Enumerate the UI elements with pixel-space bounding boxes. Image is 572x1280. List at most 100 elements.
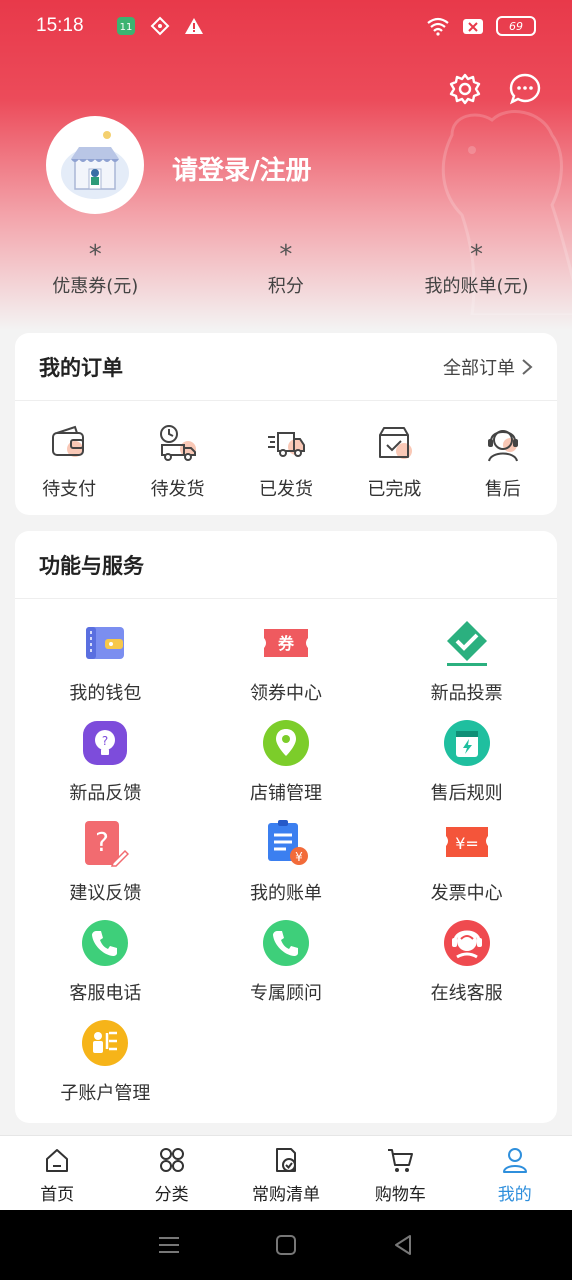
order-label: 待支付: [42, 479, 97, 500]
order-label: 售后: [484, 479, 521, 500]
service-label: 在线客服: [430, 983, 503, 1004]
service-label: 子账户管理: [60, 1083, 151, 1104]
order-label: 待发货: [150, 479, 205, 500]
invoice-badge: ¥=: [455, 834, 479, 853]
service-label: 店铺管理: [249, 783, 322, 804]
service-label: 建议反馈: [69, 883, 142, 904]
all-orders-link[interactable]: 全部订单: [443, 354, 533, 380]
service-new-product-feedback[interactable]: ? 新品反馈: [15, 719, 196, 804]
order-pending-payment[interactable]: 待支付: [15, 423, 123, 501]
coupon-badge: 券: [277, 634, 295, 653]
sim-off-icon: [463, 19, 483, 34]
service-label: 新品反馈: [69, 783, 142, 804]
wallet-icon: [86, 627, 125, 659]
tab-cart[interactable]: 购物车: [343, 1136, 457, 1210]
tab-label: 购物车: [374, 1185, 426, 1205]
services-card: 功能与服务 我的钱包 券 领券中心 新品投票 ? 新品反馈 店铺管理 售后规则 …: [15, 531, 557, 1123]
service-label: 领券中心: [249, 683, 322, 704]
wallet-icon: [52, 425, 85, 457]
service-dedicated-consultant[interactable]: 专属顾问: [196, 919, 377, 1004]
stat-coupons[interactable]: * 优惠券(元): [0, 240, 191, 298]
order-shipped[interactable]: 已发货: [232, 423, 340, 501]
tab-frequent-list[interactable]: 常购清单: [229, 1136, 343, 1210]
bottom-tab-bar: 首页 分类 常购清单 购物车 我的: [0, 1135, 572, 1210]
vote-icon: [446, 621, 487, 666]
online-service-icon: [443, 920, 490, 966]
service-store-management[interactable]: 店铺管理: [196, 719, 377, 804]
tab-label: 首页: [40, 1185, 75, 1205]
orders-card: 我的订单 全部订单 待支付 待发货 已发货 已完成 售后: [15, 333, 557, 515]
service-suggestion-feedback[interactable]: ? 建议反馈: [15, 819, 196, 904]
service-label: 我的钱包: [69, 683, 142, 704]
stat-value: *: [88, 240, 102, 270]
phone-icon: [262, 920, 309, 966]
user-icon: [502, 1148, 527, 1173]
service-my-wallet[interactable]: 我的钱包: [15, 619, 196, 704]
menu-icon[interactable]: [157, 1233, 181, 1257]
status-time: 15:18: [36, 15, 84, 36]
avatar[interactable]: [46, 116, 144, 214]
stat-label: 积分: [267, 276, 304, 297]
tab-label: 我的: [497, 1185, 532, 1205]
tab-label: 常购清单: [251, 1185, 320, 1205]
home-icon: [46, 1149, 69, 1172]
service-coupon-center[interactable]: 券 领券中心: [196, 619, 377, 704]
home-square-icon[interactable]: [274, 1233, 298, 1257]
stat-bill[interactable]: * 我的账单(元): [381, 240, 572, 298]
service-label: 发票中心: [430, 883, 503, 904]
login-register-link[interactable]: 请登录/注册: [172, 150, 312, 187]
service-label: 客服电话: [69, 983, 142, 1004]
svg-text:?: ?: [102, 734, 108, 748]
service-label: 我的账单: [249, 883, 322, 904]
chevron-right-icon: [522, 358, 533, 375]
invoice-icon: ¥=: [445, 827, 488, 857]
svg-text:?: ?: [95, 828, 109, 858]
stat-label: 优惠券(元): [52, 276, 139, 297]
order-label: 已发货: [258, 479, 313, 500]
account-stats: * 优惠券(元) * 积分 * 我的账单(元): [0, 240, 572, 298]
back-icon[interactable]: [391, 1233, 415, 1257]
order-pending-shipment[interactable]: 待发货: [123, 423, 231, 501]
service-customer-hotline[interactable]: 客服电话: [15, 919, 196, 1004]
tab-home[interactable]: 首页: [0, 1136, 114, 1210]
tab-label: 分类: [154, 1185, 189, 1205]
services-title: 功能与服务: [39, 553, 144, 578]
rules-icon: [443, 720, 490, 766]
coupon-icon: 券: [263, 629, 308, 657]
warning-icon: [184, 18, 203, 34]
service-sub-account-management[interactable]: 子账户管理: [15, 1019, 196, 1104]
order-after-sales[interactable]: 售后: [449, 423, 557, 501]
service-invoice-center[interactable]: ¥= 发票中心: [376, 819, 557, 904]
battery-indicator: 69: [496, 16, 536, 36]
settings-gear-icon[interactable]: [448, 72, 482, 106]
service-online-support[interactable]: 在线客服: [376, 919, 557, 1004]
orders-title: 我的订单: [39, 355, 123, 380]
tab-category[interactable]: 分类: [114, 1136, 228, 1210]
order-completed[interactable]: 已完成: [340, 423, 448, 501]
stat-points[interactable]: * 积分: [191, 240, 382, 298]
app-notification-icon: 11: [116, 17, 135, 35]
delivery-truck-icon: [267, 432, 305, 457]
phone-icon: [82, 920, 129, 966]
sub-account-icon: [82, 1020, 129, 1066]
bill-icon: ¥: [267, 820, 308, 865]
location-notification-icon: [150, 16, 169, 36]
lightbulb-icon: ?: [83, 721, 128, 765]
service-my-bill[interactable]: ¥ 我的账单: [196, 819, 377, 904]
svg-text:¥: ¥: [295, 850, 303, 864]
headset-icon: [487, 430, 518, 462]
tab-mine[interactable]: 我的: [458, 1136, 572, 1210]
category-icon: [159, 1148, 184, 1172]
location-pin-icon: [262, 720, 309, 766]
svg-text:11: 11: [119, 22, 132, 33]
service-new-product-vote[interactable]: 新品投票: [376, 619, 557, 704]
service-label: 新品投票: [430, 683, 503, 704]
service-after-sales-rules[interactable]: 售后规则: [376, 719, 557, 804]
all-orders-label: 全部订单: [443, 357, 515, 379]
message-icon[interactable]: [508, 72, 542, 106]
cart-icon: [388, 1149, 414, 1172]
order-label: 已完成: [367, 479, 422, 500]
box-check-icon: [379, 427, 413, 459]
system-navigation-bar: [0, 1210, 572, 1280]
store-avatar-icon: [61, 131, 129, 199]
